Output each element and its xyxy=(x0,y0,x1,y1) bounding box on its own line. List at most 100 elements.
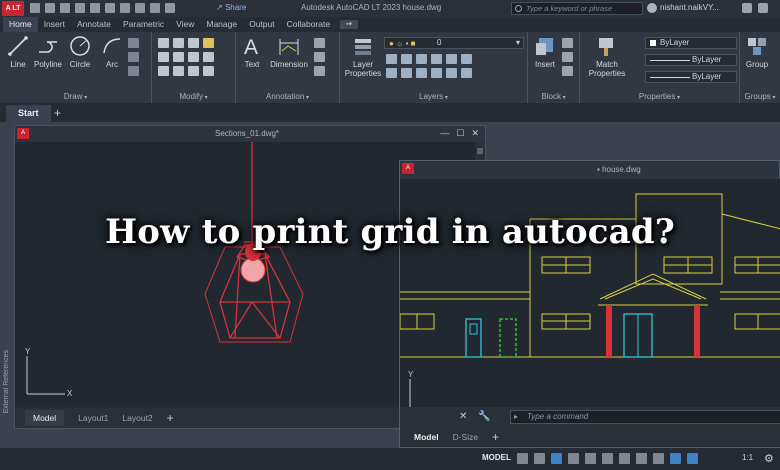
user-icon[interactable] xyxy=(647,3,657,13)
tab-home[interactable]: Home xyxy=(3,17,38,32)
web-save-icon[interactable] xyxy=(105,3,115,13)
model-space-button[interactable]: MODEL xyxy=(482,453,511,462)
block-panel-label[interactable]: Block xyxy=(528,92,579,101)
tab-annotate[interactable]: Annotate xyxy=(71,17,117,32)
layer-tool-9-icon[interactable] xyxy=(416,68,427,78)
layer-tool-2-icon[interactable] xyxy=(401,54,412,64)
share-button[interactable]: ↗ Share xyxy=(216,3,246,12)
window-titlebar[interactable]: A ▪ house.dwg xyxy=(400,161,779,179)
polyline-tool[interactable]: Polyline xyxy=(32,35,64,69)
tab-parametric[interactable]: Parametric xyxy=(117,17,170,32)
annotation-scale-icon[interactable] xyxy=(687,453,698,464)
external-references-palette[interactable]: External References xyxy=(3,350,10,413)
explode-icon[interactable] xyxy=(203,52,214,62)
cart-icon[interactable] xyxy=(742,3,752,13)
leader-icon[interactable] xyxy=(314,38,325,48)
line-tool[interactable]: Line xyxy=(4,35,32,69)
attribute-icon[interactable] xyxy=(562,66,573,76)
object-snap-icon[interactable] xyxy=(619,453,630,464)
layer-properties-tool[interactable]: Layer Properties xyxy=(342,35,384,78)
wrench-icon[interactable]: 🔧 xyxy=(478,411,490,422)
tab-model[interactable]: Model xyxy=(25,410,65,426)
layers-panel-label[interactable]: Layers xyxy=(340,92,527,101)
layer-tool-6-icon[interactable] xyxy=(461,54,472,64)
edit-block-icon[interactable] xyxy=(562,52,573,62)
web-open-icon[interactable] xyxy=(90,3,100,13)
dimension-tool[interactable]: Dimension xyxy=(266,35,312,69)
lineweight-display-icon[interactable] xyxy=(636,453,647,464)
add-layout-button[interactable]: + xyxy=(167,411,174,425)
ortho-icon[interactable] xyxy=(551,453,562,464)
offset-icon[interactable] xyxy=(203,66,214,76)
layer-tool-3-icon[interactable] xyxy=(416,54,427,64)
move-icon[interactable] xyxy=(158,38,169,48)
command-input[interactable]: ▸ Type a command xyxy=(510,410,780,424)
stretch-icon[interactable] xyxy=(158,66,169,76)
annotation-scale-value[interactable]: 1:1 xyxy=(742,453,753,462)
layer-tool-1-icon[interactable] xyxy=(386,54,397,64)
close-command-icon[interactable]: ✕ xyxy=(459,411,467,422)
rotate-icon[interactable] xyxy=(173,38,184,48)
object-snap-tracking-icon[interactable] xyxy=(602,453,613,464)
linetype-dropdown[interactable]: ByLayer xyxy=(645,54,737,66)
tab-layout2[interactable]: Layout2 xyxy=(122,413,152,423)
snap-mode-icon[interactable] xyxy=(534,453,545,464)
autocad-logo-icon[interactable]: A LT xyxy=(2,1,24,16)
new-file-icon[interactable] xyxy=(30,3,40,13)
layer-tool-7-icon[interactable] xyxy=(386,68,397,78)
layer-dropdown[interactable]: 0 ● ☼ ▪ ■ ▾ xyxy=(384,37,524,49)
copy-icon[interactable] xyxy=(158,52,169,62)
tab-output[interactable]: Output xyxy=(243,17,281,32)
tab-collaborate[interactable]: Collaborate xyxy=(281,17,336,32)
modify-panel-label[interactable]: Modify xyxy=(152,92,235,101)
layer-tool-12-icon[interactable] xyxy=(461,68,472,78)
save-icon[interactable] xyxy=(60,3,70,13)
annotation-visibility-icon[interactable] xyxy=(670,453,681,464)
print-icon[interactable] xyxy=(120,3,130,13)
mirror-icon[interactable] xyxy=(173,52,184,62)
help-icon[interactable] xyxy=(758,3,768,13)
insert-tool[interactable]: Insert xyxy=(530,35,560,69)
ribbon-options-icon[interactable]: ▪▾ xyxy=(340,20,359,29)
create-block-icon[interactable] xyxy=(562,38,573,48)
settings-gear-icon[interactable]: ⚙ xyxy=(764,452,774,465)
add-layout-button[interactable]: + xyxy=(492,430,499,444)
ellipse-icon[interactable] xyxy=(128,66,139,76)
lineweight-dropdown[interactable]: ByLayer xyxy=(645,71,737,83)
match-properties-tool[interactable]: Match Properties xyxy=(584,35,630,78)
layer-tool-5-icon[interactable] xyxy=(446,54,457,64)
tab-manage[interactable]: Manage xyxy=(200,17,243,32)
user-name[interactable]: nishant.naikVY... xyxy=(660,3,719,12)
search-input[interactable]: Type a keyword or phrase xyxy=(511,2,643,15)
tab-insert[interactable]: Insert xyxy=(38,17,71,32)
erase-icon[interactable] xyxy=(203,38,214,48)
customize-icon[interactable] xyxy=(165,3,175,13)
window-titlebar[interactable]: A Sections_01.dwg* — ☐ ✕ xyxy=(15,126,485,142)
tab-model[interactable]: Model xyxy=(414,432,439,442)
new-tab-button[interactable]: + xyxy=(54,106,61,120)
rectangle-icon[interactable] xyxy=(128,38,139,48)
open-file-icon[interactable] xyxy=(45,3,55,13)
layer-tool-8-icon[interactable] xyxy=(401,68,412,78)
hatch-icon[interactable] xyxy=(128,52,139,62)
layer-tool-11-icon[interactable] xyxy=(446,68,457,78)
fillet-icon[interactable] xyxy=(188,52,199,62)
markup-icon[interactable] xyxy=(314,66,325,76)
undo-icon[interactable] xyxy=(135,3,145,13)
polar-tracking-icon[interactable] xyxy=(568,453,579,464)
tab-layout1[interactable]: Layout1 xyxy=(78,413,108,423)
redo-icon[interactable] xyxy=(150,3,160,13)
save-as-icon[interactable] xyxy=(75,3,85,13)
close-icon[interactable]: ✕ xyxy=(471,128,479,139)
draw-panel-label[interactable]: Draw xyxy=(0,92,151,101)
arc-tool[interactable]: Arc xyxy=(100,35,124,69)
trim-icon[interactable] xyxy=(188,38,199,48)
tab-start[interactable]: Start xyxy=(6,105,51,122)
maximize-icon[interactable]: ☐ xyxy=(456,128,464,139)
transparency-icon[interactable] xyxy=(653,453,664,464)
isodraft-icon[interactable] xyxy=(585,453,596,464)
circle-tool[interactable]: Circle xyxy=(66,35,94,69)
groups-panel-label[interactable]: Groups xyxy=(740,92,780,101)
array-icon[interactable] xyxy=(188,66,199,76)
layer-tool-10-icon[interactable] xyxy=(431,68,442,78)
